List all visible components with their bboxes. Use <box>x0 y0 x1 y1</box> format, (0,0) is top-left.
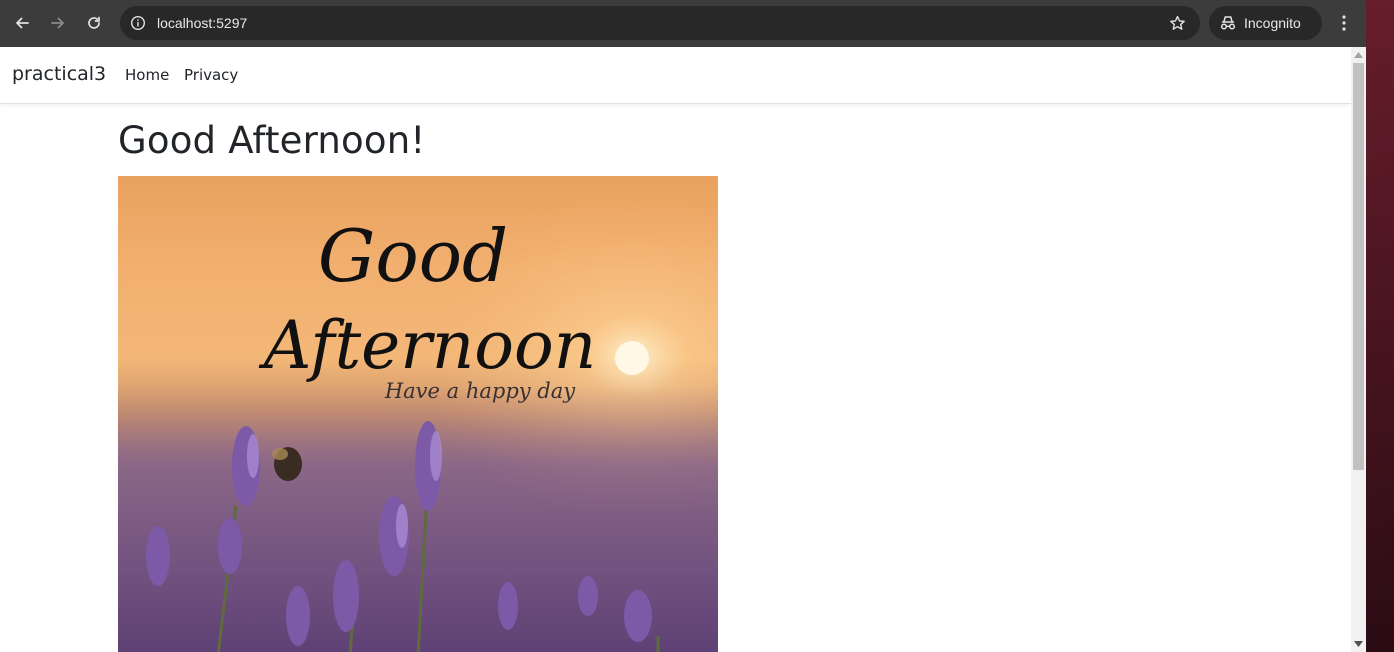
incognito-label: Incognito <box>1244 15 1301 31</box>
nav-link-privacy[interactable]: Privacy <box>184 66 238 84</box>
arrow-left-icon <box>16 17 29 29</box>
address-bar[interactable]: localhost:5297 <box>120 6 1200 40</box>
browser-toolbar: localhost:5297 Incognito <box>0 0 1366 47</box>
nav-link-home[interactable]: Home <box>125 66 169 84</box>
reload-icon <box>88 16 100 29</box>
reload-button[interactable] <box>80 9 108 37</box>
star-icon[interactable] <box>1168 14 1186 32</box>
greeting-image: Good Afternoon Have a happy day <box>118 176 718 652</box>
browser-menu-button[interactable] <box>1334 10 1354 36</box>
arrow-right-icon <box>51 17 64 29</box>
page-title: Good Afternoon! <box>118 119 426 162</box>
url-text[interactable]: localhost:5297 <box>157 6 247 40</box>
scroll-up-arrow-icon[interactable] <box>1354 51 1363 59</box>
page-viewport: practical3 Home Privacy Good Afternoon! <box>0 47 1351 652</box>
page-scrollbar[interactable] <box>1351 47 1366 652</box>
browser-window: localhost:5297 Incognito practical3 Home… <box>0 0 1366 652</box>
info-icon[interactable] <box>129 14 147 32</box>
incognito-indicator[interactable]: Incognito <box>1209 6 1322 40</box>
navbar-brand[interactable]: practical3 <box>12 63 106 85</box>
image-text-good: Good <box>318 214 508 298</box>
scrollbar-thumb[interactable] <box>1353 63 1364 470</box>
kebab-menu-icon <box>1342 15 1346 31</box>
image-text-tagline: Have a happy day <box>384 379 576 403</box>
image-text-afternoon: Afternoon <box>258 307 597 384</box>
scroll-down-arrow-icon[interactable] <box>1354 640 1363 648</box>
forward-button[interactable] <box>44 9 72 37</box>
incognito-icon <box>1220 16 1236 30</box>
site-navbar: practical3 Home Privacy <box>0 47 1351 104</box>
back-button[interactable] <box>8 9 36 37</box>
